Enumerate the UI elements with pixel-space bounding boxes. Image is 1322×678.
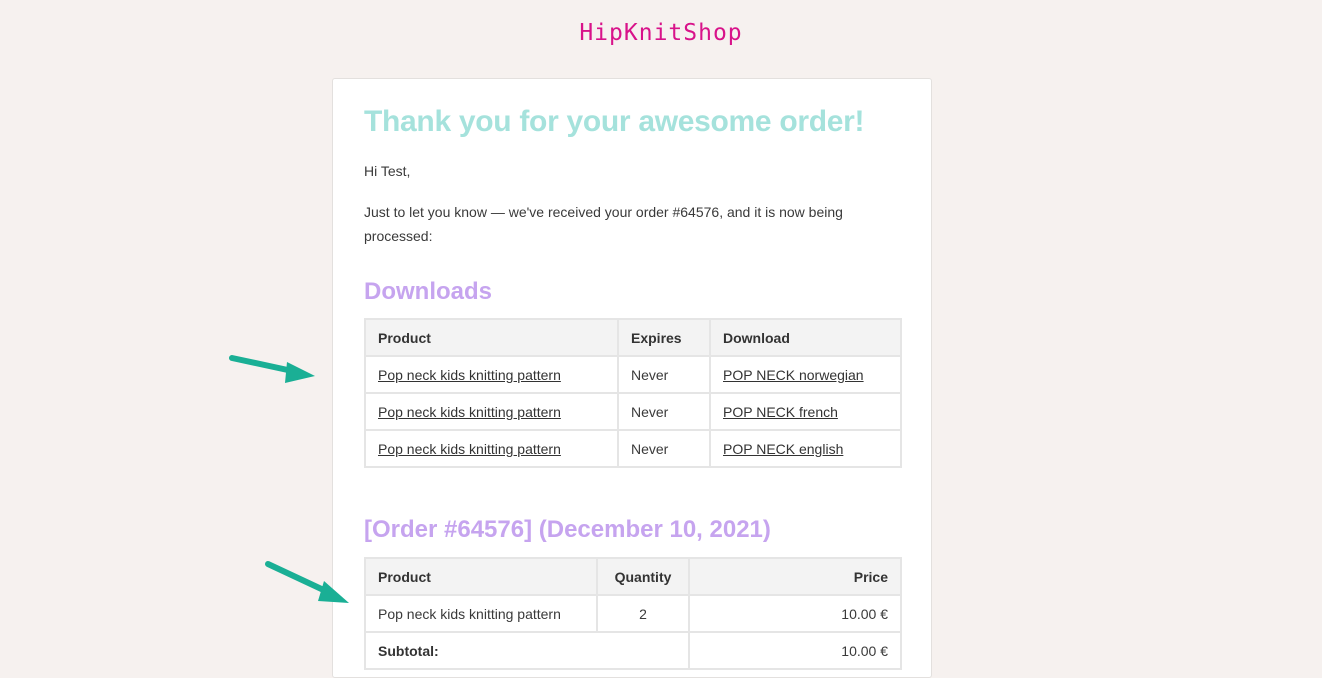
table-row: Pop neck kids knitting pattern Never POP… [364,355,902,394]
arrow-right-icon [265,561,349,603]
table-header-row: Product Quantity Price [364,557,902,596]
column-header-product: Product [364,318,619,357]
download-link[interactable]: POP NECK norwegian [723,367,864,383]
downloads-title: Downloads [364,278,493,305]
price-cell: 10.00 € [688,594,902,633]
subtotal-row: Subtotal: 10.00 € [364,631,902,670]
product-link[interactable]: Pop neck kids knitting pattern [378,404,561,420]
shop-logo: HipKnitShop [579,20,743,46]
quantity-cell: 2 [596,594,690,633]
table-row: Pop neck kids knitting pattern Never POP… [364,392,902,431]
product-cell: Pop neck kids knitting pattern [364,429,619,468]
download-cell: POP NECK norwegian [709,355,902,394]
product-link[interactable]: Pop neck kids knitting pattern [378,441,561,457]
column-header-download: Download [709,318,902,357]
column-header-price: Price [688,557,902,596]
download-cell: POP NECK english [709,429,902,468]
download-cell: POP NECK french [709,392,902,431]
order-table: Product Quantity Price Pop neck kids kni… [364,557,902,670]
column-header-expires: Expires [617,318,711,357]
downloads-table: Product Expires Download Pop neck kids k… [364,318,902,468]
expires-cell: Never [617,355,711,394]
table-header-row: Product Expires Download [364,318,902,357]
column-header-product: Product [364,557,598,596]
product-link[interactable]: Pop neck kids knitting pattern [378,367,561,383]
expires-cell: Never [617,392,711,431]
subtotal-value: 10.00 € [688,631,902,670]
greeting-text: Hi Test, [364,163,411,179]
intro-text: Just to let you know — we've received yo… [364,204,843,244]
expires-cell: Never [617,429,711,468]
product-cell: Pop neck kids knitting pattern [364,392,619,431]
column-header-quantity: Quantity [596,557,690,596]
table-row: Pop neck kids knitting pattern Never POP… [364,429,902,468]
table-row: Pop neck kids knitting pattern 2 10.00 € [364,594,902,633]
download-link[interactable]: POP NECK french [723,404,838,420]
email-heading: Thank you for your awesome order! [364,105,865,138]
arrow-right-icon [229,355,315,383]
product-cell: Pop neck kids knitting pattern [364,594,598,633]
order-title: [Order #64576] (December 10, 2021) [364,516,771,543]
product-cell: Pop neck kids knitting pattern [364,355,619,394]
download-link[interactable]: POP NECK english [723,441,843,457]
subtotal-label: Subtotal: [364,631,690,670]
email-card: Thank you for your awesome order! Hi Tes… [332,78,932,678]
